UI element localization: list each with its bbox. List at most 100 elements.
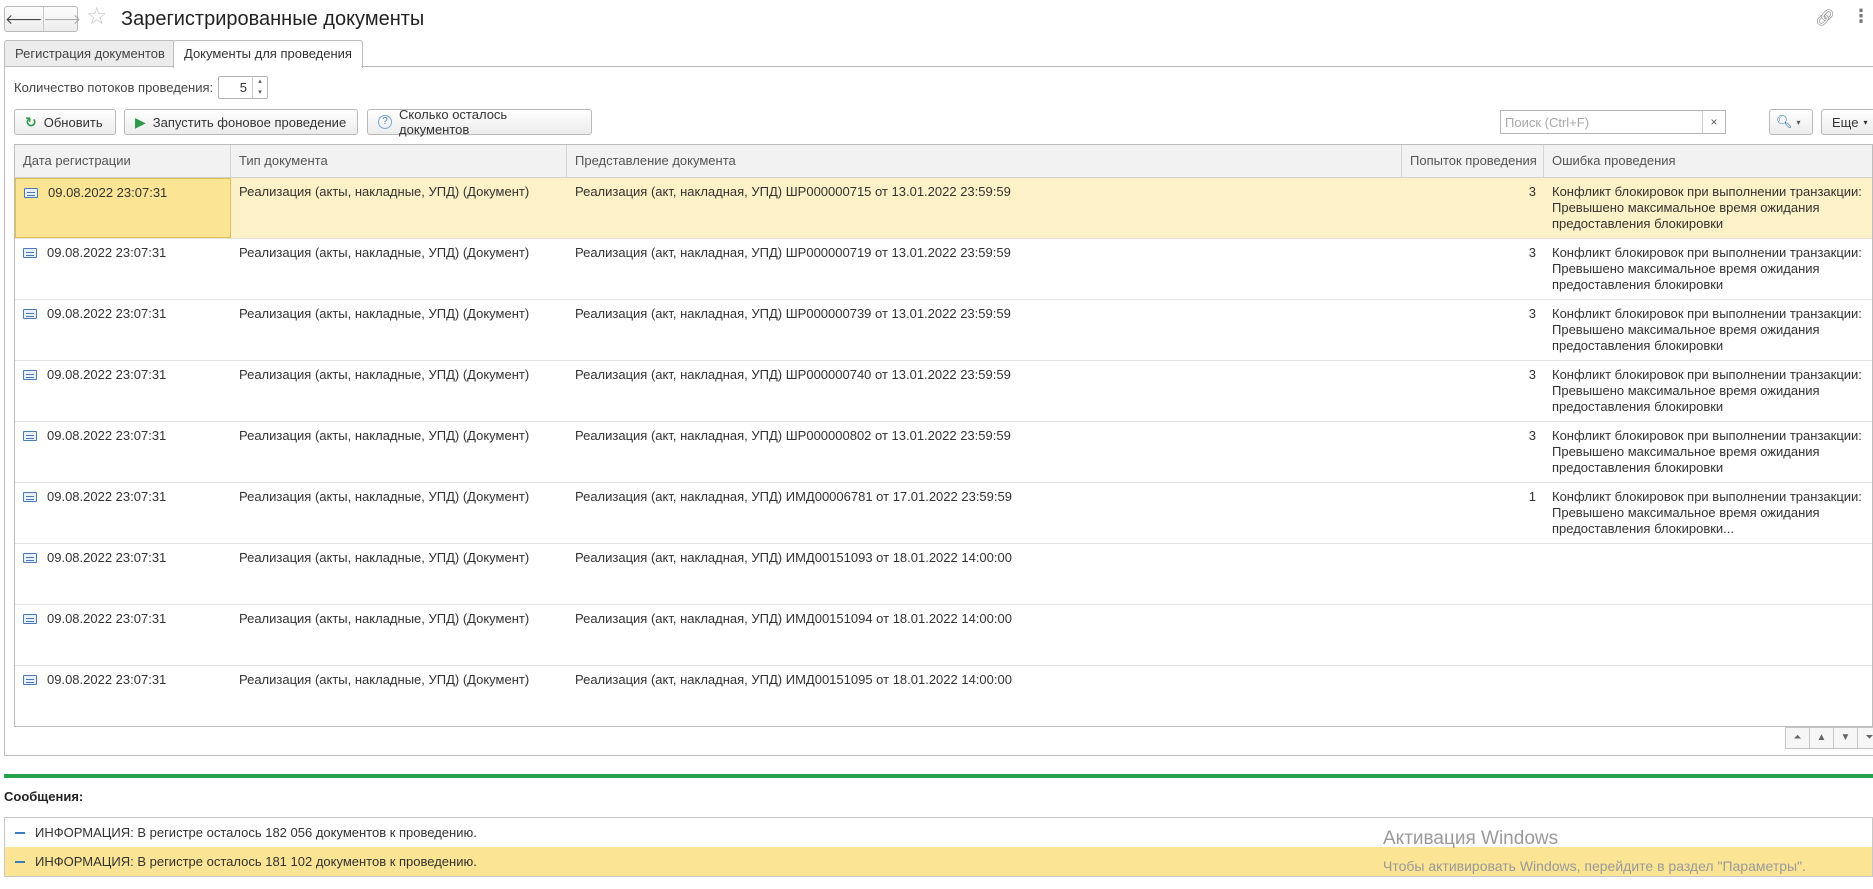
column-header-error[interactable]: Ошибка проведения <box>1544 145 1872 177</box>
table-scroll-buttons: ⏶ ▲ ▼ ⏷ <box>1785 727 1873 749</box>
cell-date[interactable]: 09.08.2022 23:07:31 <box>15 544 231 604</box>
cell-type[interactable]: Реализация (акты, накладные, УПД) (Докум… <box>231 239 567 299</box>
threads-stepper[interactable]: 5 ▴ ▾ <box>218 76 268 99</box>
cell-document[interactable]: Реализация (акт, накладная, УПД) ШР00000… <box>567 422 1402 482</box>
table-row[interactable]: 09.08.2022 23:07:31 Реализация (акты, нак… <box>15 483 1872 544</box>
cell-type[interactable]: Реализация (акты, накладные, УПД) (Докум… <box>231 361 567 421</box>
stepper-up-icon[interactable]: ▴ <box>253 77 267 88</box>
link-icon[interactable]: 🔗︎ <box>1815 8 1835 28</box>
help-icon: ? <box>378 115 392 129</box>
document-icon <box>23 248 37 258</box>
table-row[interactable]: 09.08.2022 23:07:31 Реализация (акты, нак… <box>15 666 1872 726</box>
cell-error[interactable]: Конфликт блокировок при выполнении транз… <box>1544 422 1872 482</box>
refresh-button[interactable]: ↻ Обновить <box>14 109 116 135</box>
stepper-down-icon[interactable]: ▾ <box>253 88 267 99</box>
cell-attempts[interactable]: 1 <box>1402 483 1544 543</box>
scroll-top-icon[interactable]: ⏶ <box>1785 727 1810 749</box>
column-header-type[interactable]: Тип документа <box>231 145 567 177</box>
cell-attempts[interactable]: 3 <box>1402 178 1544 238</box>
messages-divider <box>4 774 1873 778</box>
start-background-posting-button[interactable]: ▶ Запустить фоновое проведение <box>124 109 358 135</box>
search-options-button[interactable]: 🔍︎ ▾ <box>1769 109 1813 135</box>
cell-date[interactable]: 09.08.2022 23:07:31 <box>15 483 231 543</box>
page-title: Зарегистрированные документы <box>121 8 425 30</box>
more-button[interactable]: Еще ▾ <box>1821 109 1873 135</box>
column-header-attempts[interactable]: Попыток проведения <box>1402 145 1544 177</box>
scroll-down-icon[interactable]: ▼ <box>1833 727 1858 749</box>
remaining-documents-button[interactable]: ? Сколько осталось документов <box>367 107 592 137</box>
cell-document[interactable]: Реализация (акт, накладная, УПД) ИМД0015… <box>567 666 1402 726</box>
cell-date[interactable]: 09.08.2022 23:07:31 <box>15 361 231 421</box>
document-icon <box>23 614 37 624</box>
document-icon <box>23 370 37 380</box>
table-row[interactable]: 09.08.2022 23:07:31 Реализация (акты, нак… <box>15 361 1872 422</box>
cell-type[interactable]: Реализация (акты, накладные, УПД) (Докум… <box>231 300 567 360</box>
document-icon <box>23 675 37 685</box>
cell-document[interactable]: Реализация (акт, накладная, УПД) ИМД0015… <box>567 605 1402 665</box>
cell-attempts[interactable] <box>1402 605 1544 665</box>
cell-type[interactable]: Реализация (акты, накладные, УПД) (Докум… <box>231 605 567 665</box>
cell-attempts[interactable] <box>1402 666 1544 726</box>
cell-document[interactable]: Реализация (акт, накладная, УПД) ИМД0000… <box>567 483 1402 543</box>
table-row[interactable]: 09.08.2022 23:07:31 Реализация (акты, нак… <box>15 544 1872 605</box>
messages-panel: ИНФОРМАЦИЯ: В регистре осталось 182 056 … <box>4 817 1873 877</box>
cell-date[interactable]: 09.08.2022 23:07:31 <box>15 422 231 482</box>
cell-attempts[interactable]: 3 <box>1402 422 1544 482</box>
cell-error[interactable] <box>1544 666 1872 726</box>
table-row[interactable]: 09.08.2022 23:07:31 Реализация (акты, нак… <box>15 239 1872 300</box>
column-header-date[interactable]: Дата регистрации <box>15 145 231 177</box>
star-icon[interactable]: ☆ <box>86 4 108 30</box>
table-row[interactable]: 09.08.2022 23:07:31 Реализация (акты, нак… <box>15 422 1872 483</box>
column-header-document[interactable]: Представление документа <box>567 145 1402 177</box>
tab-registration[interactable]: Регистрация документов <box>4 40 176 67</box>
cell-date[interactable]: 09.08.2022 23:07:31 <box>15 239 231 299</box>
messages-title: Сообщения: <box>4 789 84 804</box>
cell-document[interactable]: Реализация (акт, накладная, УПД) ШР00000… <box>567 361 1402 421</box>
more-vertical-icon[interactable]: ⋮ <box>1852 6 1870 27</box>
documents-table: Дата регистрации Тип документа Представл… <box>14 144 1873 727</box>
cell-date[interactable]: 09.08.2022 23:07:31 <box>15 300 231 360</box>
forward-button[interactable]: 🡒 <box>42 7 82 31</box>
cell-document[interactable]: Реализация (акт, накладная, УПД) ШР00000… <box>567 300 1402 360</box>
cell-type[interactable]: Реализация (акты, накладные, УПД) (Докум… <box>231 422 567 482</box>
cell-error[interactable]: Конфликт блокировок при выполнении транз… <box>1544 361 1872 421</box>
back-button[interactable]: 🡐 <box>5 7 43 31</box>
cell-date[interactable]: 09.08.2022 23:07:31 <box>15 666 231 726</box>
cell-error[interactable]: Конфликт блокировок при выполнении транз… <box>1544 178 1872 238</box>
arrow-left-icon: 🡐 <box>5 10 43 27</box>
table-row[interactable]: 09.08.2022 23:07:31 Реализация (акты, нак… <box>15 178 1872 239</box>
cell-attempts[interactable]: 3 <box>1402 361 1544 421</box>
cell-date[interactable]: 09.08.2022 23:07:31 <box>15 605 231 665</box>
cell-attempts[interactable]: 3 <box>1402 239 1544 299</box>
threads-label: Количество потоков проведения: <box>14 80 214 95</box>
message-item[interactable]: ИНФОРМАЦИЯ: В регистре осталось 181 102 … <box>5 847 1872 876</box>
cell-document[interactable]: Реализация (акт, накладная, УПД) ШР00000… <box>567 239 1402 299</box>
document-icon <box>23 492 37 502</box>
threads-value[interactable]: 5 <box>219 77 252 98</box>
cell-attempts[interactable]: 3 <box>1402 300 1544 360</box>
cell-type[interactable]: Реализация (акты, накладные, УПД) (Докум… <box>231 178 567 238</box>
cell-type[interactable]: Реализация (акты, накладные, УПД) (Докум… <box>231 544 567 604</box>
cell-error[interactable]: Конфликт блокировок при выполнении транз… <box>1544 239 1872 299</box>
cell-error[interactable] <box>1544 605 1872 665</box>
cell-error[interactable]: Конфликт блокировок при выполнении транз… <box>1544 300 1872 360</box>
cell-error[interactable]: Конфликт блокировок при выполнении транз… <box>1544 483 1872 543</box>
clear-icon[interactable]: × <box>1702 111 1725 133</box>
scroll-bottom-icon[interactable]: ⏷ <box>1857 727 1873 749</box>
arrow-right-icon: 🡒 <box>43 10 82 27</box>
table-row[interactable]: 09.08.2022 23:07:31 Реализация (акты, нак… <box>15 605 1872 666</box>
table-body: 09.08.2022 23:07:31 Реализация (акты, нак… <box>15 178 1872 726</box>
tab-documents-to-post[interactable]: Документы для проведения <box>173 40 363 68</box>
cell-error[interactable] <box>1544 544 1872 604</box>
document-icon <box>23 309 37 319</box>
cell-document[interactable]: Реализация (акт, накладная, УПД) ШР00000… <box>567 178 1402 238</box>
message-item[interactable]: ИНФОРМАЦИЯ: В регистре осталось 182 056 … <box>5 818 1872 847</box>
cell-type[interactable]: Реализация (акты, накладные, УПД) (Докум… <box>231 483 567 543</box>
table-row[interactable]: 09.08.2022 23:07:31 Реализация (акты, нак… <box>15 300 1872 361</box>
cell-type[interactable]: Реализация (акты, накладные, УПД) (Докум… <box>231 666 567 726</box>
cell-date[interactable]: 09.08.2022 23:07:31 <box>15 178 231 238</box>
cell-document[interactable]: Реализация (акт, накладная, УПД) ИМД0015… <box>567 544 1402 604</box>
search-input[interactable] <box>1501 111 1702 133</box>
scroll-up-icon[interactable]: ▲ <box>1809 727 1834 749</box>
cell-attempts[interactable] <box>1402 544 1544 604</box>
